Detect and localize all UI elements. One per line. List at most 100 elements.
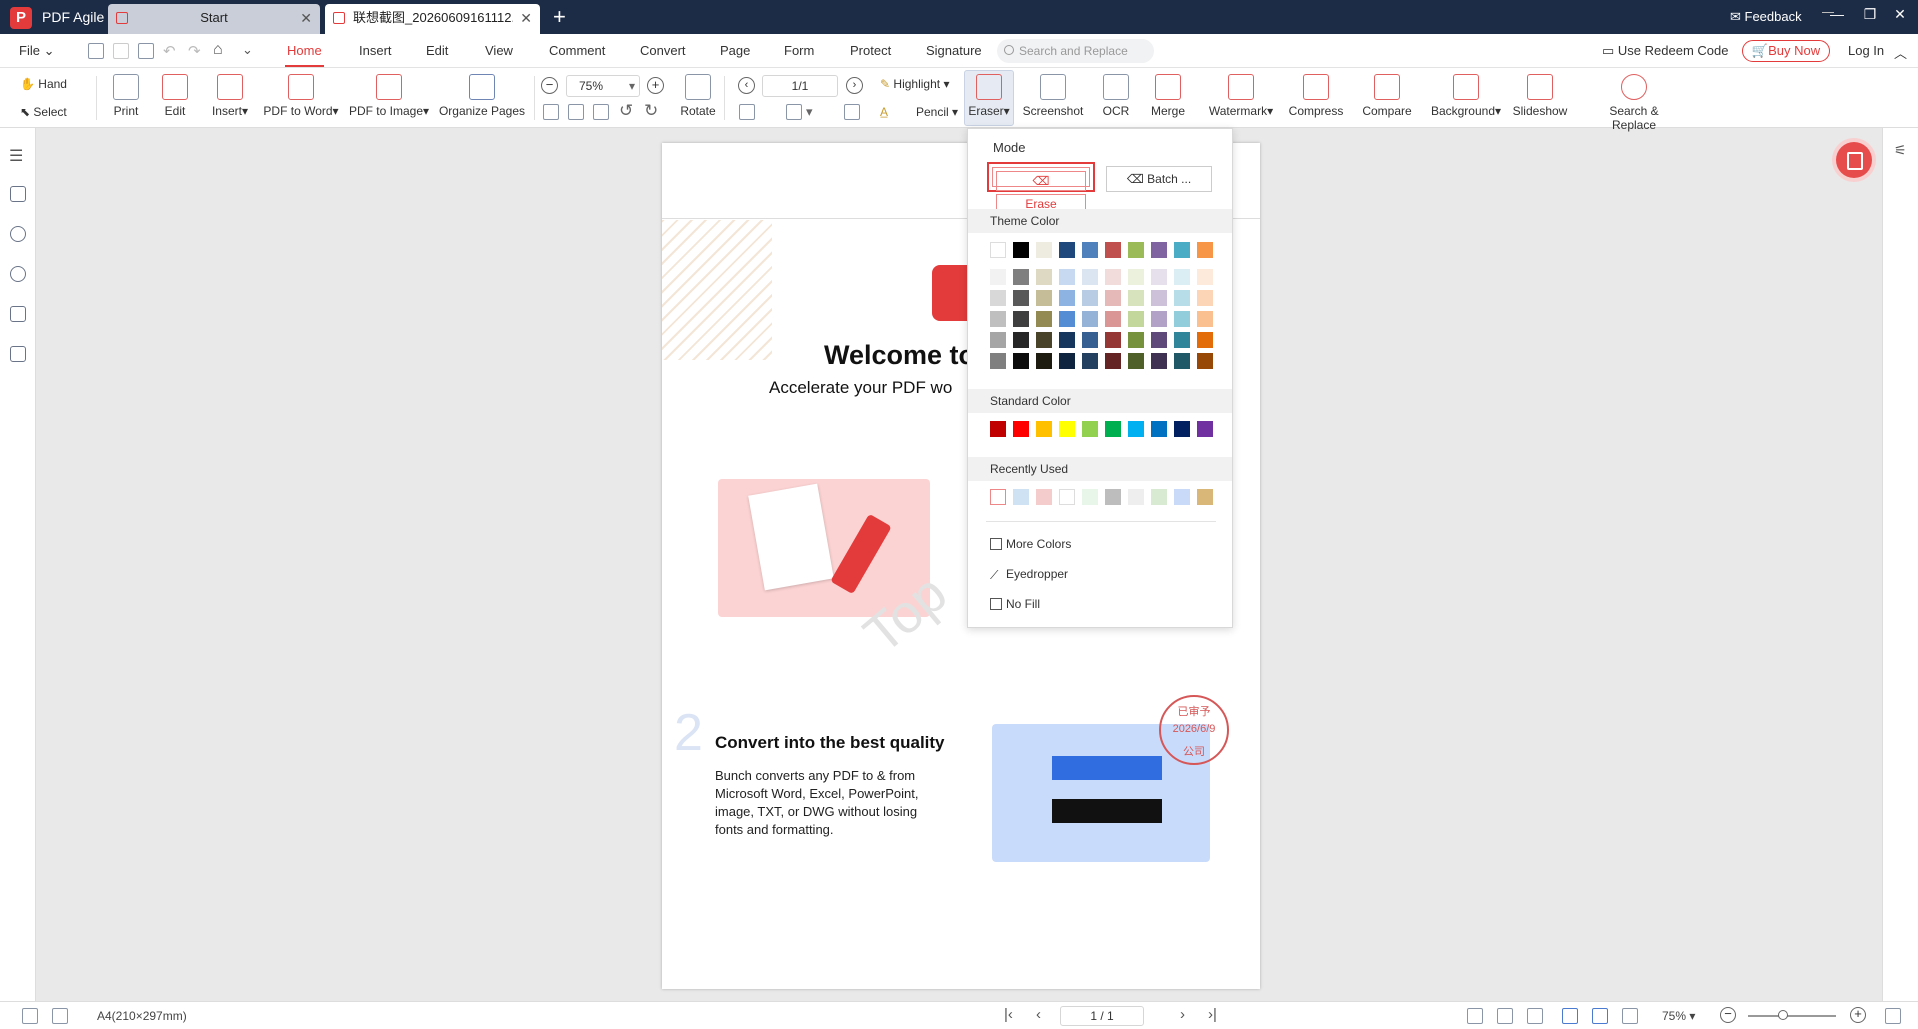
standard-color-swatch[interactable]: [990, 421, 1006, 437]
batch-erase-button[interactable]: ⌫ Batch ...: [1106, 166, 1212, 192]
theme-shade-swatch[interactable]: [1013, 353, 1029, 369]
theme-shade-swatch[interactable]: [1174, 311, 1190, 327]
theme-shade-swatch[interactable]: [1036, 311, 1052, 327]
recent-color-swatch[interactable]: [1105, 489, 1121, 505]
more-colors-option[interactable]: More Colors: [990, 537, 1071, 551]
rotate-right-icon[interactable]: ↻: [644, 101, 658, 121]
zoom-out-icon[interactable]: −: [1720, 1007, 1736, 1023]
standard-color-swatch[interactable]: [1128, 421, 1144, 437]
continuous-view-icon[interactable]: [1497, 1008, 1513, 1024]
page-number-input[interactable]: 1/1: [762, 75, 838, 97]
standard-color-swatch[interactable]: [1105, 421, 1121, 437]
theme-shade-swatch[interactable]: [1151, 269, 1167, 285]
search-icon[interactable]: [10, 266, 26, 282]
menu-protect[interactable]: Protect: [850, 43, 891, 58]
print-icon[interactable]: [138, 43, 154, 59]
recent-color-swatch[interactable]: [1082, 489, 1098, 505]
theme-shade-swatch[interactable]: [1013, 290, 1029, 306]
rotate-left-icon[interactable]: ↺: [619, 101, 633, 121]
zoom-in-icon[interactable]: +: [647, 77, 664, 94]
insert-button[interactable]: Insert▾: [208, 74, 252, 118]
actual-size-icon[interactable]: [543, 104, 559, 120]
theme-shade-swatch[interactable]: [1197, 332, 1213, 348]
theme-shade-swatch[interactable]: [1013, 332, 1029, 348]
theme-color-swatch[interactable]: [1059, 242, 1075, 258]
recent-color-swatch[interactable]: [1013, 489, 1029, 505]
fit-page-icon[interactable]: [568, 104, 584, 120]
slideshow-button[interactable]: Slideshow: [1512, 74, 1568, 118]
theme-shade-swatch[interactable]: [1105, 290, 1121, 306]
menu-view[interactable]: View: [485, 43, 513, 58]
menu-icon[interactable]: ☰: [9, 146, 23, 166]
theme-color-swatch[interactable]: [990, 242, 1006, 258]
theme-shade-swatch[interactable]: [1197, 290, 1213, 306]
document-properties-icon[interactable]: [10, 346, 26, 362]
theme-shade-swatch[interactable]: [1174, 269, 1190, 285]
fit-view-icon[interactable]: [1562, 1008, 1578, 1024]
recent-color-swatch[interactable]: [1151, 489, 1167, 505]
theme-shade-swatch[interactable]: [1174, 290, 1190, 306]
theme-color-swatch[interactable]: [1174, 242, 1190, 258]
single-page-icon[interactable]: [739, 104, 755, 120]
floating-ai-button[interactable]: [1836, 142, 1872, 178]
theme-shade-swatch[interactable]: [1197, 353, 1213, 369]
menu-form[interactable]: Form: [784, 43, 814, 58]
standard-color-swatch[interactable]: [1151, 421, 1167, 437]
recent-color-swatch[interactable]: [1059, 489, 1075, 505]
recent-color-swatch[interactable]: [1128, 489, 1144, 505]
close-icon[interactable]: ✕: [520, 4, 532, 32]
theme-shade-swatch[interactable]: [1174, 353, 1190, 369]
theme-color-swatch[interactable]: [1128, 242, 1144, 258]
status-zoom[interactable]: 75% ▾: [1662, 1009, 1695, 1023]
page-view-icon[interactable]: [22, 1008, 38, 1024]
merge-button[interactable]: Merge: [1148, 74, 1188, 118]
theme-shade-swatch[interactable]: [1151, 311, 1167, 327]
menu-home[interactable]: Home: [285, 43, 324, 67]
fit-width-icon[interactable]: [593, 104, 609, 120]
theme-shade-swatch[interactable]: [990, 290, 1006, 306]
next-page-icon[interactable]: ›: [846, 77, 863, 94]
previous-page-icon[interactable]: ‹: [738, 77, 755, 94]
highlight-tool[interactable]: ✎ Highlight ▾: [880, 77, 949, 91]
chevron-down-icon[interactable]: ▾: [806, 104, 813, 120]
pencil-tool[interactable]: Pencil ▾: [916, 105, 958, 119]
eyedropper-option[interactable]: ⟋ Eyedropper: [990, 567, 1068, 582]
page-mode-icon[interactable]: [1592, 1008, 1608, 1024]
ocr-button[interactable]: OCR: [1100, 74, 1132, 118]
tab-document[interactable]: 联想截图_20260609161112.... ✕: [325, 4, 540, 34]
redeem-code-button[interactable]: ▭ Use Redeem Code: [1602, 43, 1728, 59]
no-fill-option[interactable]: No Fill: [990, 597, 1040, 611]
theme-shade-swatch[interactable]: [1151, 332, 1167, 348]
menu-signature[interactable]: Signature: [926, 43, 982, 58]
select-tool[interactable]: ⬉ Select: [20, 105, 67, 119]
theme-shade-swatch[interactable]: [1128, 290, 1144, 306]
menu-edit[interactable]: Edit: [426, 43, 448, 58]
two-page-icon[interactable]: [786, 104, 802, 120]
open-folder-icon[interactable]: [88, 43, 104, 59]
theme-shade-swatch[interactable]: [1128, 332, 1144, 348]
recent-color-swatch[interactable]: [1197, 489, 1213, 505]
erase-mode-button[interactable]: ⌫ Erase: [987, 162, 1095, 214]
pdf-to-image-button[interactable]: PDF to Image▾: [348, 74, 430, 118]
theme-shade-swatch[interactable]: [1059, 290, 1075, 306]
theme-shade-swatch[interactable]: [1036, 269, 1052, 285]
theme-shade-swatch[interactable]: [1197, 311, 1213, 327]
first-page-icon[interactable]: |‹: [1004, 1006, 1013, 1023]
print-button[interactable]: Print: [110, 74, 142, 118]
book-view-icon[interactable]: [1622, 1008, 1638, 1024]
attachment-icon[interactable]: [10, 306, 26, 322]
restore-button[interactable]: ❐: [1855, 6, 1885, 23]
standard-color-swatch[interactable]: [1013, 421, 1029, 437]
new-tab-button[interactable]: +: [553, 4, 566, 30]
menu-insert[interactable]: Insert: [359, 43, 392, 58]
pdf-to-word-button[interactable]: PDF to Word▾: [262, 74, 340, 118]
menu-convert[interactable]: Convert: [640, 43, 686, 58]
theme-shade-swatch[interactable]: [990, 332, 1006, 348]
theme-shade-swatch[interactable]: [1105, 269, 1121, 285]
two-page-view-icon[interactable]: [1527, 1008, 1543, 1024]
annotations-icon[interactable]: [10, 226, 26, 242]
recent-color-swatch[interactable]: [1036, 489, 1052, 505]
single-page-view-icon[interactable]: [1467, 1008, 1483, 1024]
export-icon[interactable]: [52, 1008, 68, 1024]
scroll-mode-icon[interactable]: [844, 104, 860, 120]
